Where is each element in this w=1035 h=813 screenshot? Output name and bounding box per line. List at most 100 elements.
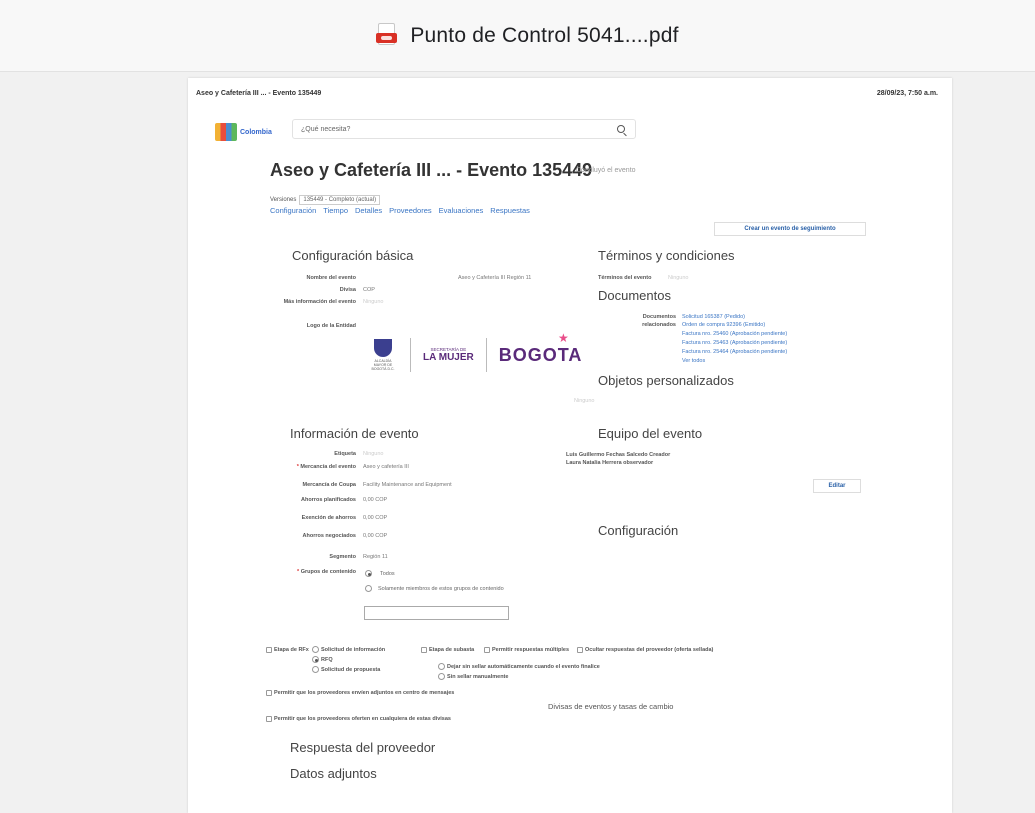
- unseal-auto-label: Dejar sin sellar automáticamente cuando …: [447, 664, 600, 670]
- entity-logo-image: ALCALDÍA MAYOR DE BOGOTÁ D.C. SECRETARÍA…: [368, 331, 610, 379]
- allow-attachments-checkbox[interactable]: [266, 690, 272, 696]
- currencies-heading: Divisas de eventos y tasas de cambio: [548, 702, 674, 711]
- print-header-date: 28/09/23, 7:50 a.m.: [876, 90, 938, 97]
- info-label-exemption: Exención de ahorros: [301, 515, 356, 521]
- allow-currencies-label: Permitir que los proveedores oferten en …: [274, 716, 451, 722]
- auction-stage-label: Etapa de subasta: [429, 647, 475, 653]
- search-placeholder: ¿Qué necesita?: [301, 126, 351, 133]
- info-label-planned: Ahorros planificados: [300, 497, 356, 503]
- rfq-label: RFQ: [321, 657, 333, 663]
- documents-link-request[interactable]: Solicitud 165387 (Pedido): [682, 314, 745, 320]
- tab-evaluaciones[interactable]: Evaluaciones: [439, 206, 484, 215]
- info-value-planned: 0,00 COP: [363, 497, 388, 503]
- document-link-invoice-1[interactable]: Factura nro. 25460 (Aprobación pendiente…: [682, 331, 787, 337]
- event-team-heading: Equipo del evento: [598, 426, 703, 441]
- supplier-response-heading: Respuesta del proveedor: [290, 740, 436, 755]
- tab-proveedores[interactable]: Proveedores: [389, 206, 432, 215]
- info-label-mercancia: * Mercancía del evento: [296, 464, 356, 470]
- terms-heading: Términos y condiciones: [598, 248, 735, 263]
- team-member-1: Luis Guillermo Fechas Salcedo Creador: [566, 452, 671, 458]
- logo-text: Colombia: [240, 128, 272, 136]
- auction-stage-checkbox[interactable]: [421, 647, 427, 653]
- info-request-radio[interactable]: [312, 646, 319, 653]
- allow-currencies-checkbox[interactable]: [266, 716, 272, 722]
- allow-attachments-label: Permitir que los proveedores envíen adju…: [274, 690, 455, 696]
- info-value-segment: Región 11: [363, 554, 388, 560]
- team-member-2: Laura Natalia Herrera observador: [566, 460, 654, 466]
- versions-row: Versiones 135449 - Completo (actual): [270, 195, 381, 205]
- info-value-exemption: 0,00 COP: [363, 515, 388, 521]
- groups-all-label: Todos: [380, 571, 395, 577]
- logo-mark-icon: [215, 123, 237, 141]
- terms-label: Términos del evento: [598, 275, 652, 281]
- more-info-label: Más información del evento: [283, 299, 356, 305]
- bogota-crest-icon: ALCALDÍA MAYOR DE BOGOTÁ D.C.: [368, 338, 398, 372]
- event-name-value: Aseo y Cafetería III Región 11: [458, 275, 532, 281]
- info-label-segment: Segmento: [329, 554, 356, 560]
- tab-detalles[interactable]: Detalles: [355, 206, 382, 215]
- document-link-invoice-2[interactable]: Factura nro. 25463 (Aprobación pendiente…: [682, 340, 787, 346]
- event-status: Concluyó el evento: [576, 167, 636, 174]
- tab-tiempo[interactable]: Tiempo: [323, 206, 348, 215]
- more-info-value: Ninguno: [363, 299, 384, 305]
- related-label: relacionados: [642, 322, 676, 328]
- custom-objects-heading: Objetos personalizados: [598, 373, 734, 388]
- proposal-request-label: Solicitud de propuesta: [321, 667, 381, 673]
- unseal-manual-radio[interactable]: [438, 673, 445, 680]
- tab-configuracion[interactable]: Configuración: [270, 206, 316, 215]
- document-title-bar: Punto de Control 5041....pdf: [376, 22, 679, 49]
- entity-logo-label: Logo de la Entidad: [306, 323, 356, 329]
- info-label-negotiated: Ahorros negociados: [302, 533, 356, 539]
- unseal-auto-radio[interactable]: [438, 663, 445, 670]
- rfx-stage-label: Etapa de RFx: [274, 647, 309, 653]
- pdf-file-icon: [376, 22, 398, 49]
- rfx-stage-checkbox[interactable]: [266, 647, 272, 653]
- tab-respuestas[interactable]: Respuestas: [490, 206, 530, 215]
- hide-responses-checkbox[interactable]: [577, 647, 583, 653]
- info-request-label: Solicitud de información: [321, 647, 386, 653]
- currency-value: COP: [363, 287, 375, 293]
- attachments-heading: Datos adjuntos: [290, 766, 377, 781]
- pdf-viewer-toolbar: Punto de Control 5041....pdf: [0, 0, 1035, 72]
- view-all-link[interactable]: Ver todos: [682, 358, 705, 364]
- versions-label: Versiones: [270, 197, 297, 203]
- document-filename: Punto de Control 5041....pdf: [410, 23, 679, 47]
- proposal-request-radio[interactable]: [312, 666, 319, 673]
- colombia-compra-logo: Colombia: [215, 121, 288, 143]
- rfq-radio[interactable]: [312, 656, 319, 663]
- unseal-manual-label: Sin sellar manualmente: [447, 674, 509, 680]
- search-input[interactable]: ¿Qué necesita?: [292, 119, 636, 139]
- custom-objects-value: Ninguno: [574, 398, 595, 404]
- info-label-etiqueta: Etiqueta: [334, 451, 356, 457]
- multiple-responses-checkbox[interactable]: [484, 647, 490, 653]
- info-label-coupa: Mercancía de Coupa: [302, 482, 357, 488]
- document-link-invoice-3[interactable]: Factura nro. 25464 (Aprobación pendiente…: [682, 349, 787, 355]
- bogota-wordmark: BOGOTA: [498, 344, 583, 365]
- print-header-title: Aseo y Cafetería III ... - Evento 135449: [196, 90, 322, 97]
- star-icon: ★: [558, 331, 569, 345]
- secretaria-mujer-logo: SECRETARÍA DE LA MUJER: [423, 347, 474, 363]
- info-value-coupa: Facility Maintenance and Equipment: [363, 482, 452, 488]
- edit-team-button[interactable]: Editar: [813, 479, 861, 493]
- versions-select[interactable]: 135449 - Completo (actual): [299, 195, 381, 205]
- groups-all-radio[interactable]: [365, 570, 372, 577]
- info-value-mercancia: Aseo y cafetería III: [363, 464, 409, 470]
- create-followup-event-button[interactable]: Crear un evento de seguimiento: [714, 222, 866, 236]
- content-groups-input[interactable]: [364, 606, 509, 620]
- document-link-po[interactable]: Orden de compra 92396 (Emitido): [682, 322, 765, 328]
- hide-responses-label: Ocultar respuestas del proveedor (oferta…: [585, 647, 714, 653]
- search-icon[interactable]: [617, 125, 625, 133]
- terms-value: Ninguno: [668, 275, 689, 281]
- documents-heading: Documentos: [598, 288, 671, 303]
- configuration-heading: Configuración: [598, 523, 679, 538]
- basic-config-heading: Configuración básica: [292, 248, 414, 263]
- info-value-etiqueta: Ninguno: [363, 451, 384, 457]
- pdf-page[interactable]: Aseo y Cafetería III ... - Evento 135449…: [188, 78, 952, 813]
- event-info-heading: Información de evento: [290, 426, 419, 441]
- groups-only-label: Solamente miembros de estos grupos de co…: [378, 586, 504, 592]
- content-groups-label: * Grupos de contenido: [297, 569, 356, 575]
- event-tabs: Configuración Tiempo Detalles Proveedore…: [270, 206, 530, 215]
- groups-only-radio[interactable]: [365, 585, 372, 592]
- event-name-label: Nombre del evento: [306, 275, 356, 281]
- currency-label: Divisa: [339, 287, 356, 293]
